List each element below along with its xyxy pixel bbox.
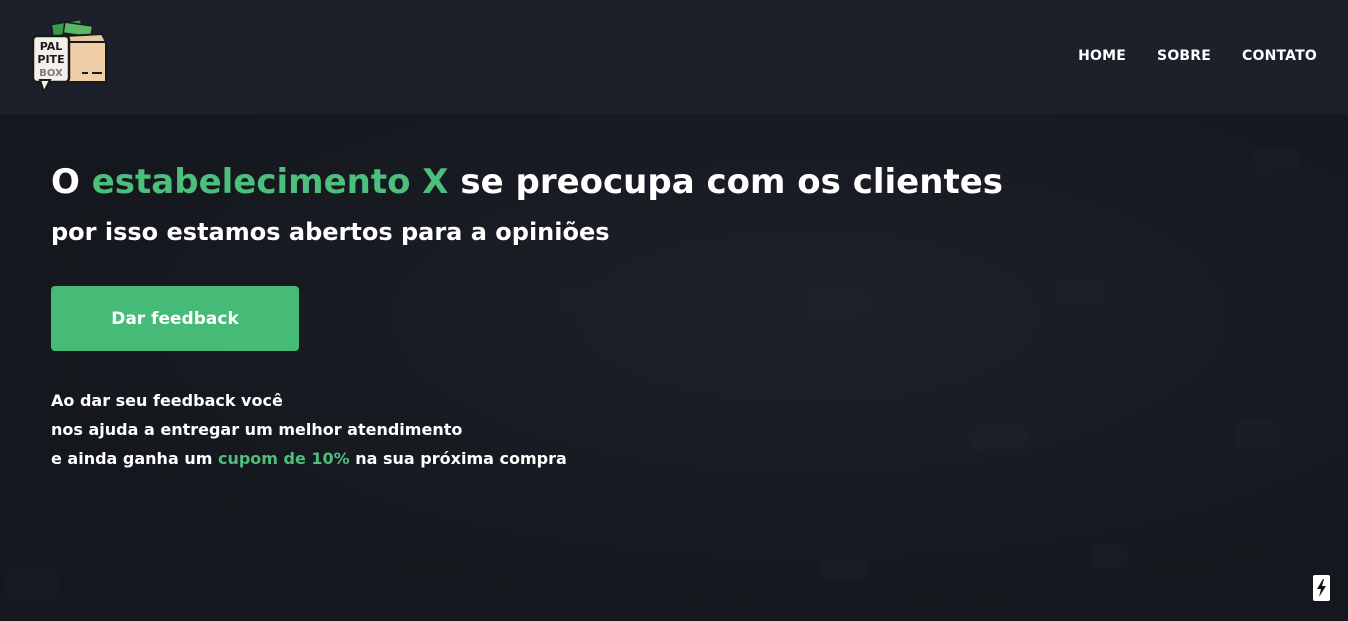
description-line: Ao dar seu feedback você	[51, 391, 283, 410]
headline-text: se preocupa com os clientes	[448, 162, 1003, 202]
nav-contato[interactable]: CONTATO	[1242, 48, 1317, 64]
description-line: nos ajuda a entregar um melhor atendimen…	[51, 420, 463, 439]
lightning-bolt-icon[interactable]	[1313, 575, 1330, 601]
hero-subheadline: por isso estamos abertos para a opiniões	[51, 218, 610, 246]
hero-headline: O estabelecimento X se preocupa com os c…	[51, 162, 1003, 202]
bg-decoration	[560, 289, 600, 311]
description-line: e ainda ganha um cupom de 10% na sua pró…	[51, 444, 567, 473]
description-text: e ainda ganha um	[51, 449, 218, 468]
bg-decoration	[1060, 279, 1105, 304]
logo-line-1: PAL	[40, 40, 63, 53]
bg-decoration	[820, 554, 870, 579]
hero-section: O estabelecimento X se preocupa com os c…	[0, 114, 1348, 621]
description-text: na sua próxima compra	[349, 449, 567, 468]
hero-description: Ao dar seu feedback você nos ajuda a ent…	[51, 386, 567, 473]
headline-accent: estabelecimento X	[91, 162, 449, 202]
logo-line-3: BOX	[39, 68, 63, 79]
navbar: PAL PITE BOX HOME SOBRE CONTATO	[0, 0, 1348, 114]
nav-sobre[interactable]: SOBRE	[1157, 48, 1211, 64]
coupon-highlight: cupom de 10%	[217, 449, 350, 468]
bg-decoration	[810, 289, 870, 314]
bg-decoration	[1090, 544, 1130, 569]
headline-text: O	[51, 162, 92, 202]
bg-decoration	[1250, 149, 1300, 174]
lightning-bolt-glyph	[1317, 579, 1326, 597]
give-feedback-button[interactable]: Dar feedback	[51, 286, 299, 351]
palpitebox-logo[interactable]: PAL PITE BOX	[30, 20, 110, 96]
bg-decoration	[970, 424, 1030, 454]
main-nav: HOME SOBRE CONTATO	[1078, 48, 1317, 64]
bg-decoration	[5, 569, 60, 599]
nav-home[interactable]: HOME	[1078, 48, 1126, 64]
logo-line-2: PITE	[37, 53, 64, 66]
bg-decoration	[1235, 419, 1280, 449]
